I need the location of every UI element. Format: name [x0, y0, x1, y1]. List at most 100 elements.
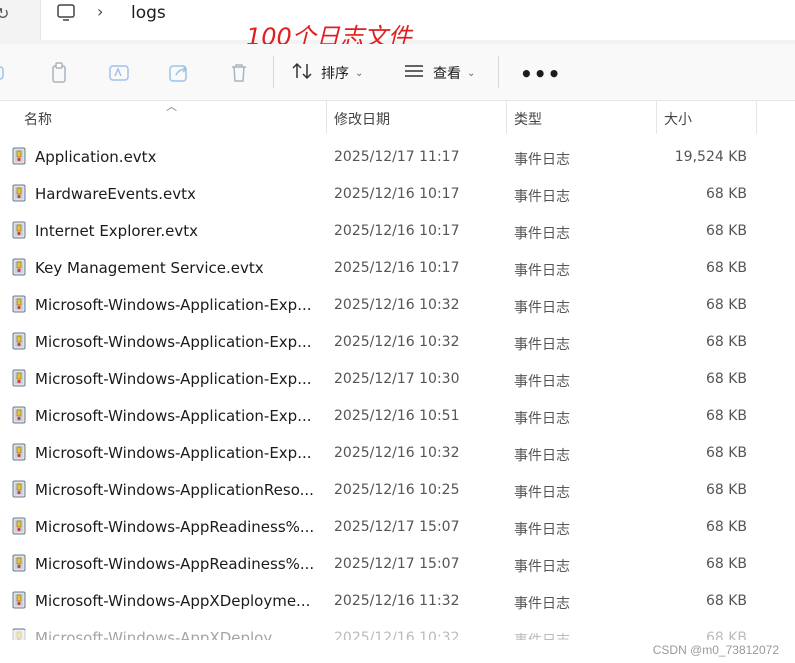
column-divider[interactable]	[656, 101, 657, 134]
column-header-row: ︿ 名称 修改日期 类型 大小	[0, 100, 795, 134]
event-log-file-icon	[12, 184, 26, 202]
file-name: Microsoft-Windows-AppXDeployme...	[35, 592, 311, 610]
event-log-file-icon	[12, 591, 26, 609]
watermark: CSDN @m0_73812072	[650, 643, 781, 657]
file-type: 事件日志	[514, 189, 570, 205]
file-type: 事件日志	[514, 411, 570, 427]
file-type: 事件日志	[514, 152, 570, 168]
table-row[interactable]: Application.evtx 2025/12/17 11:17 事件日志 19,5…	[0, 139, 795, 176]
file-modified-date: 2025/12/17 10:30	[334, 371, 460, 387]
toolbar-separator	[498, 56, 499, 88]
file-name: Microsoft-Windows-ApplicationReso...	[35, 481, 314, 499]
sort-ascending-icon: ︿	[166, 100, 177, 113]
column-divider[interactable]	[326, 101, 327, 134]
table-row[interactable]: Microsoft-Windows-AppReadiness%... 2025/1…	[0, 546, 795, 583]
file-size: 19,524 KB	[674, 149, 747, 165]
sort-chevron-down-icon: ⌄	[355, 67, 364, 79]
file-type: 事件日志	[514, 559, 570, 575]
column-divider[interactable]	[506, 101, 507, 134]
file-type: 事件日志	[514, 337, 570, 353]
file-modified-date: 2025/12/17 15:07	[334, 556, 460, 572]
file-size: 68 KB	[705, 223, 747, 239]
breadcrumb-logs[interactable]: logs	[131, 3, 166, 23]
file-size: 68 KB	[705, 482, 747, 498]
event-log-file-icon	[12, 258, 26, 276]
event-log-file-icon	[12, 221, 26, 239]
file-name: Microsoft-Windows-Application-Exp...	[35, 444, 312, 462]
file-type: 事件日志	[514, 522, 570, 538]
sort-button[interactable]: 排序 ⌄	[291, 62, 363, 84]
table-row[interactable]: Key Management Service.evtx 2025/12/16 10…	[0, 250, 795, 287]
event-log-file-icon	[12, 295, 26, 313]
column-header-date[interactable]: 修改日期	[334, 109, 390, 129]
file-name: Microsoft-Windows-AppReadiness%...	[35, 555, 315, 573]
cut-icon[interactable]	[0, 61, 10, 85]
event-log-file-icon	[12, 369, 26, 387]
table-row[interactable]: Microsoft-Windows-Application-Exp... 2025…	[0, 398, 795, 435]
file-modified-date: 2025/12/16 10:17	[334, 223, 460, 239]
event-log-file-icon	[12, 480, 26, 498]
file-modified-date: 2025/12/17 11:17	[334, 149, 460, 165]
file-size: 68 KB	[705, 186, 747, 202]
file-modified-date: 2025/12/16 10:17	[334, 260, 460, 276]
file-name: Microsoft-Windows-AppReadiness%...	[35, 518, 315, 536]
column-divider[interactable]	[756, 101, 757, 134]
command-bar: 排序 ⌄ 查看 ⌄ •••	[0, 44, 795, 101]
file-size: 68 KB	[705, 556, 747, 572]
file-size: 68 KB	[705, 334, 747, 350]
breadcrumb-chevron-icon[interactable]: ›	[97, 2, 103, 21]
file-type: 事件日志	[514, 448, 570, 464]
rename-icon[interactable]	[107, 61, 131, 85]
file-type: 事件日志	[514, 485, 570, 501]
file-name: HardwareEvents.evtx	[35, 185, 196, 203]
table-row[interactable]: Microsoft-Windows-Application-Exp... 2025…	[0, 287, 795, 324]
view-icon	[403, 62, 425, 84]
file-name: Microsoft-Windows-Application-Exp...	[35, 407, 312, 425]
file-size: 68 KB	[705, 297, 747, 313]
table-row[interactable]: Microsoft-Windows-AppReadiness%... 2025/1…	[0, 509, 795, 546]
view-label: 查看	[433, 66, 461, 82]
table-row[interactable]: Microsoft-Windows-AppXDeployme... 2025/12…	[0, 583, 795, 620]
address-bar: ↻ › logs 100个日志文件	[0, 0, 795, 51]
table-row[interactable]: Internet Explorer.evtx 2025/12/16 10:17 事件…	[0, 213, 795, 250]
event-log-file-icon	[12, 517, 26, 535]
file-size: 68 KB	[705, 371, 747, 387]
share-icon[interactable]	[167, 61, 191, 85]
file-modified-date: 2025/12/16 10:32	[334, 334, 460, 350]
file-modified-date: 2025/12/16 10:51	[334, 408, 460, 424]
file-modified-date: 2025/12/16 10:25	[334, 482, 460, 498]
table-row[interactable]: Microsoft-Windows-ApplicationReso... 2025…	[0, 472, 795, 509]
file-size: 68 KB	[705, 408, 747, 424]
sort-icon	[291, 62, 313, 84]
file-type: 事件日志	[514, 300, 570, 316]
event-log-file-icon	[12, 443, 26, 461]
file-type: 事件日志	[514, 263, 570, 279]
column-header-name[interactable]: 名称	[24, 109, 52, 129]
toolbar-separator	[273, 56, 274, 88]
event-log-file-icon	[12, 332, 26, 350]
view-chevron-down-icon: ⌄	[467, 67, 476, 79]
view-button[interactable]: 查看 ⌄	[403, 62, 475, 84]
file-name: Microsoft-Windows-Application-Exp...	[35, 333, 312, 351]
refresh-icon[interactable]: ↻	[0, 4, 9, 23]
table-row[interactable]: HardwareEvents.evtx 2025/12/16 10:17 事件日志 6…	[0, 176, 795, 213]
table-row[interactable]: Microsoft-Windows-Application-Exp... 2025…	[0, 435, 795, 472]
file-size: 68 KB	[705, 445, 747, 461]
file-modified-date: 2025/12/16 10:32	[334, 297, 460, 313]
file-modified-date: 2025/12/17 15:07	[334, 519, 460, 535]
file-modified-date: 2025/12/16 10:17	[334, 186, 460, 202]
table-row[interactable]: Microsoft-Windows-Application-Exp... 2025…	[0, 361, 795, 398]
delete-icon[interactable]	[227, 61, 251, 85]
table-row[interactable]: Microsoft-Windows-Application-Exp... 2025…	[0, 324, 795, 361]
file-type: 事件日志	[514, 596, 570, 612]
event-log-file-icon	[12, 554, 26, 572]
file-type: 事件日志	[514, 374, 570, 390]
copy-icon[interactable]	[47, 61, 71, 85]
event-log-file-icon	[12, 147, 26, 165]
column-header-type[interactable]: 类型	[514, 109, 542, 129]
file-modified-date: 2025/12/16 10:32	[334, 445, 460, 461]
column-header-size[interactable]: 大小	[664, 109, 692, 129]
more-options-button[interactable]: •••	[520, 62, 561, 86]
sort-label: 排序	[321, 66, 349, 82]
this-pc-icon[interactable]	[56, 3, 76, 27]
